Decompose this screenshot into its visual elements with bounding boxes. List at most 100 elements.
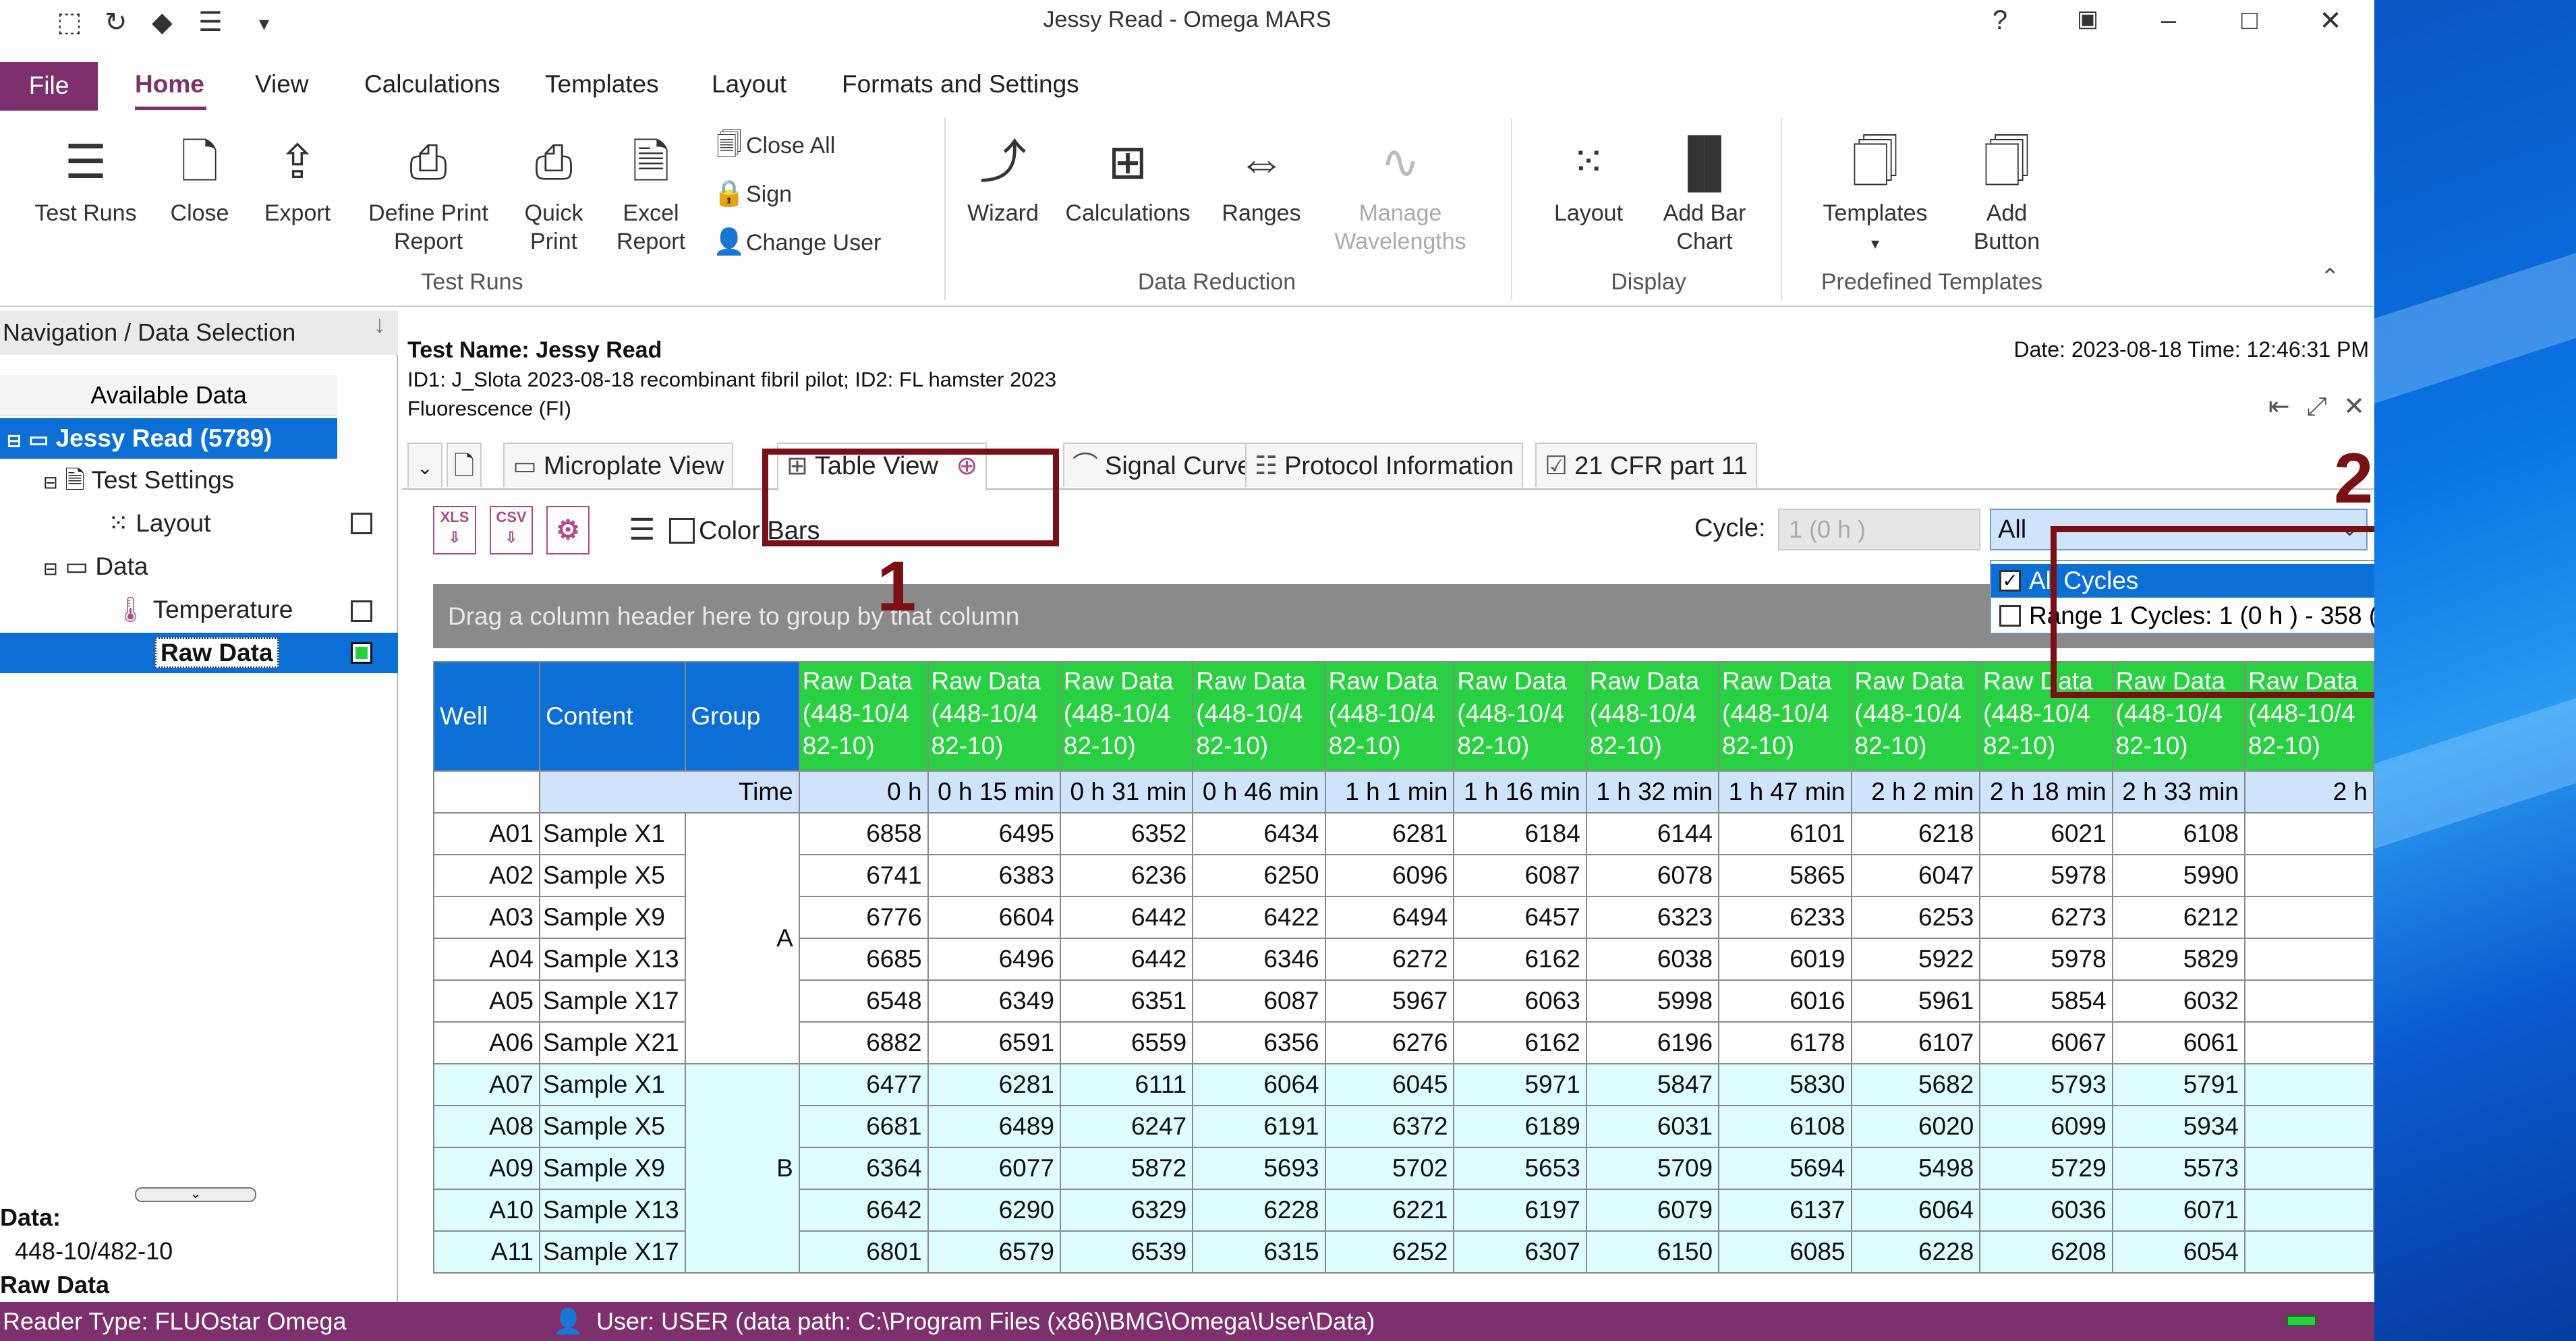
excel-icon: 🗎 bbox=[631, 136, 670, 188]
close-button[interactable]: 🗋 Close bbox=[159, 125, 240, 227]
table-row[interactable]: A07 Sample X1 B 6477 6281 6111 6064 6045 5971 584… bbox=[433, 1063, 2374, 1274]
tab-home[interactable]: Home bbox=[135, 70, 204, 98]
available-data-header: Available Data bbox=[0, 375, 337, 416]
calculations-button[interactable]: ⊞ Calculations bbox=[1060, 125, 1195, 227]
panel-splitter[interactable]: ⌄ bbox=[135, 1187, 256, 1202]
pin-icon[interactable]: ↓ bbox=[374, 310, 386, 339]
column-header-raw-data[interactable]: Raw Data (448-10/4 82-10) bbox=[1192, 661, 1326, 772]
excel-report-button[interactable]: 🗎 Excel Report bbox=[607, 125, 695, 256]
add-button-button[interactable]: 🗍 Add Button bbox=[1956, 125, 2057, 256]
raw-header-line: Raw Data bbox=[802, 667, 913, 695]
value-cell: 6208 bbox=[1979, 1230, 2113, 1274]
column-header-raw-data[interactable]: Raw Data (448-10/4 82-10) bbox=[1850, 661, 1981, 772]
value-cell: 6329 bbox=[1059, 1189, 1194, 1232]
column-header-raw-data[interactable]: Raw Data (448-10/4 82-10) bbox=[1324, 661, 1455, 772]
csv-export-button[interactable]: CSV ⇩ bbox=[490, 506, 533, 554]
layout-button[interactable]: ⁙ Layout bbox=[1538, 125, 1639, 227]
raw-data-checkbox[interactable] bbox=[351, 642, 372, 664]
manage-wavelengths-button[interactable]: ∿ Manage Wavelengths bbox=[1326, 125, 1475, 256]
wizard-button[interactable]: ⤴ Wizard bbox=[959, 125, 1047, 227]
xls-export-button[interactable]: XLS ⇩ bbox=[433, 506, 476, 554]
tab-21-cfr[interactable]: ☑ 21 CFR part 11 bbox=[1535, 443, 1758, 487]
column-header-raw-data[interactable]: Raw Data (448-10/4 82-10) bbox=[1453, 661, 1587, 772]
collapse-ribbon-icon[interactable]: ⌃ bbox=[2320, 264, 2340, 291]
value-cell: 6442 bbox=[1059, 896, 1194, 939]
tree-item-data[interactable]: ⊟ ▭ Data bbox=[43, 546, 148, 587]
column-header-raw-data[interactable]: Raw Data (448-10/4 82-10) bbox=[1718, 661, 1852, 772]
cycle-input[interactable]: 1 (0 h ) bbox=[1778, 509, 1980, 550]
restore-icon[interactable]: ⇤ bbox=[2268, 393, 2290, 421]
tab-dropdown-button[interactable]: ⌄ bbox=[407, 443, 442, 487]
sign-button[interactable]: 🔒Sign bbox=[712, 173, 792, 214]
table-row[interactable]: A01 Sample X1 A 6858 6495 6352 6434 6281 6184 614… bbox=[433, 812, 2374, 1064]
collapse-icon[interactable]: ⊟ bbox=[7, 430, 22, 451]
close-window-button[interactable]: ✕ bbox=[2307, 5, 2354, 36]
define-print-report-button[interactable]: ⎙ Define Print Report bbox=[357, 125, 499, 256]
raw-header-line: 82-10) bbox=[931, 732, 1004, 760]
settings-gear-icon[interactable]: ⚙ bbox=[546, 506, 590, 554]
tab-calculations[interactable]: Calculations bbox=[364, 70, 500, 98]
new-tab-button[interactable]: 🗋 bbox=[447, 443, 482, 487]
collapse-icon[interactable]: ⊟ bbox=[43, 559, 58, 579]
value-cell: 6252 bbox=[1324, 1230, 1455, 1274]
value-cell-partial bbox=[2244, 938, 2374, 981]
navigation-header: Navigation / Data Selection bbox=[0, 310, 398, 355]
change-user-button[interactable]: 👤Change User bbox=[712, 222, 881, 262]
time-cell: 0 h bbox=[798, 770, 929, 814]
value-cell: 6272 bbox=[1324, 938, 1455, 981]
checkbox-unchecked[interactable] bbox=[1999, 605, 2021, 627]
column-header-well[interactable]: Well bbox=[433, 661, 540, 772]
layout-checkbox[interactable] bbox=[351, 513, 372, 534]
minimize-button[interactable]: – bbox=[2145, 5, 2192, 36]
column-header-raw-data[interactable]: Raw Data (448-10/4 82-10) bbox=[1585, 661, 1720, 772]
value-cell: 6178 bbox=[1718, 1021, 1852, 1064]
tab-layout[interactable]: Layout bbox=[712, 70, 786, 98]
ranges-button[interactable]: ⇔ Ranges bbox=[1214, 125, 1309, 227]
column-header-raw-data[interactable]: Raw Data (448-10/4 82-10) bbox=[1059, 661, 1194, 772]
tree-item-jessy-read[interactable]: ⊟ ▭ Jessy Read (5789) bbox=[0, 418, 337, 459]
tree-item-test-settings[interactable]: ⊟ 🗎 Test Settings bbox=[43, 460, 234, 501]
ribbon-display-button[interactable]: ▣ bbox=[2064, 5, 2111, 32]
tab-formats-settings[interactable]: Formats and Settings bbox=[842, 70, 1079, 98]
group-cell: B bbox=[684, 1063, 800, 1274]
color-bars-checkbox[interactable] bbox=[669, 518, 695, 544]
column-header-raw-data[interactable]: Raw Data (448-10/4 82-10) bbox=[927, 661, 1061, 772]
tab-view[interactable]: View bbox=[255, 70, 309, 98]
value-cell: 6019 bbox=[1718, 938, 1852, 981]
column-header-group[interactable]: Group bbox=[684, 661, 800, 772]
maximize-button[interactable]: □ bbox=[2226, 5, 2273, 36]
help-button[interactable]: ? bbox=[1976, 5, 2024, 36]
test-runs-button[interactable]: ☰ Test Runs bbox=[26, 125, 146, 227]
close-all-button[interactable]: 🗐 Close All bbox=[712, 125, 835, 165]
value-cell: 6489 bbox=[927, 1105, 1061, 1148]
raw-header-line: (448-10/4 bbox=[1983, 700, 2090, 727]
collapse-icon[interactable]: ⊟ bbox=[43, 472, 58, 492]
tree-item-temperature[interactable]: 🌡 Temperature bbox=[115, 590, 293, 630]
checkbox-checked[interactable]: ✓ bbox=[1999, 570, 2021, 592]
temperature-checkbox[interactable] bbox=[351, 600, 372, 622]
column-header-raw-data[interactable]: Raw Data (448-10/4 82-10) bbox=[798, 661, 929, 772]
add-bar-chart-button[interactable]: ▐▌ Add Bar Chart bbox=[1654, 125, 1755, 256]
raw-header-line: Raw Data bbox=[931, 667, 1041, 695]
tree-item-layout[interactable]: ⁙ Layout bbox=[108, 503, 210, 544]
raw-header-line: Raw Data bbox=[1589, 667, 1700, 695]
tree-item-raw-data[interactable]: Raw Data bbox=[0, 633, 398, 673]
tab-signal-curve[interactable]: ⌒ Signal Curve bbox=[1063, 443, 1261, 487]
well-cell: A08 bbox=[433, 1105, 540, 1148]
expand-icon[interactable]: ⤢ bbox=[2306, 393, 2326, 421]
value-cell-partial bbox=[2244, 1189, 2374, 1232]
raw-header-line: 82-10) bbox=[802, 732, 875, 760]
column-header-content[interactable]: Content bbox=[538, 661, 686, 772]
raw-header-line: 82-10) bbox=[1589, 732, 1662, 760]
tab-templates[interactable]: Templates bbox=[545, 70, 659, 98]
group-cell: A bbox=[684, 812, 800, 1064]
tab-file[interactable]: File bbox=[0, 62, 98, 111]
quick-print-button[interactable]: ⎙ Quick Print bbox=[517, 125, 591, 256]
close-icon[interactable]: ✕ bbox=[2343, 393, 2365, 421]
templates-button[interactable]: 🗍 Templates ▾ bbox=[1808, 125, 1943, 258]
export-button[interactable]: ⇪ Export bbox=[254, 125, 341, 227]
tab-protocol-information[interactable]: ☷ Protocol Information bbox=[1245, 443, 1524, 487]
value-cell-partial bbox=[2244, 1147, 2374, 1190]
add-button-label: Add bbox=[1986, 200, 2028, 226]
tab-microplate-view[interactable]: ▭ Microplate View bbox=[503, 443, 734, 487]
